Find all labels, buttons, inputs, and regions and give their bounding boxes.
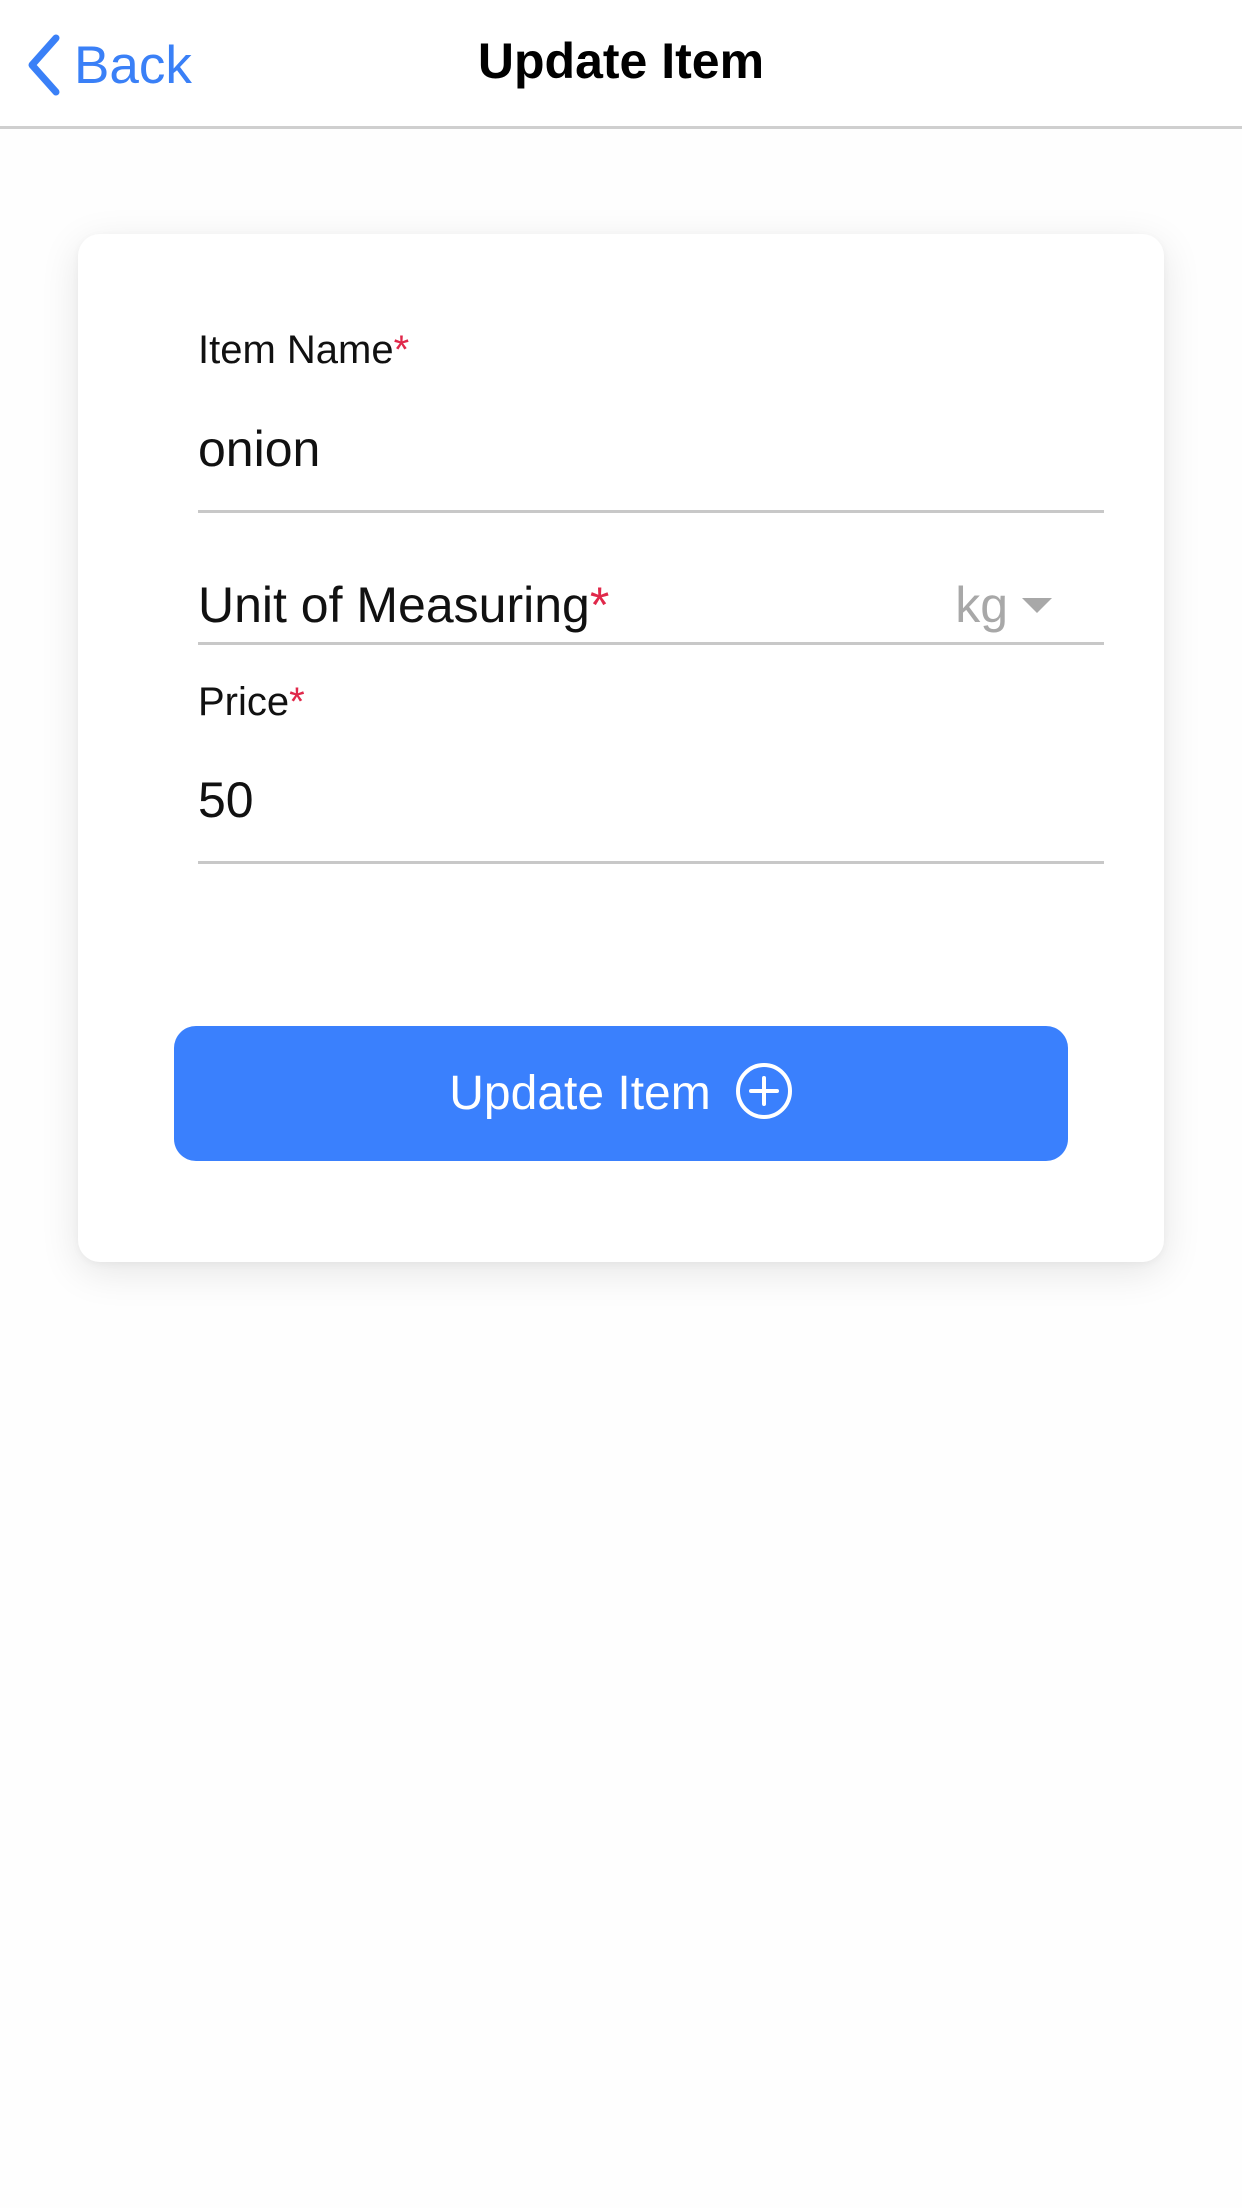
unit-select[interactable]: Unit of Measuring* kg [198, 540, 1104, 670]
required-marker: * [289, 680, 305, 724]
price-underline [198, 861, 1104, 864]
required-marker: * [589, 577, 610, 633]
price-input[interactable] [198, 771, 1098, 829]
update-item-label: Update Item [449, 1066, 711, 1120]
item-name-underline [198, 510, 1104, 513]
update-item-button[interactable]: Update Item [174, 1026, 1068, 1161]
unit-label: Unit of Measuring* [198, 577, 610, 633]
item-name-input[interactable] [198, 420, 1098, 478]
required-marker: * [393, 328, 410, 372]
unit-selected-value: kg [955, 577, 1008, 633]
price-label: Price* [198, 680, 305, 724]
unit-underline [198, 642, 1104, 645]
plus-circle-icon [735, 1062, 793, 1125]
page-title: Update Item [477, 33, 765, 89]
form-card: Item Name* Unit of Measuring* kg Price* … [78, 234, 1164, 1262]
caret-down-icon [1022, 598, 1052, 613]
navigation-bar: Back Update Item [0, 0, 1242, 129]
item-name-label: Item Name* [198, 328, 410, 372]
